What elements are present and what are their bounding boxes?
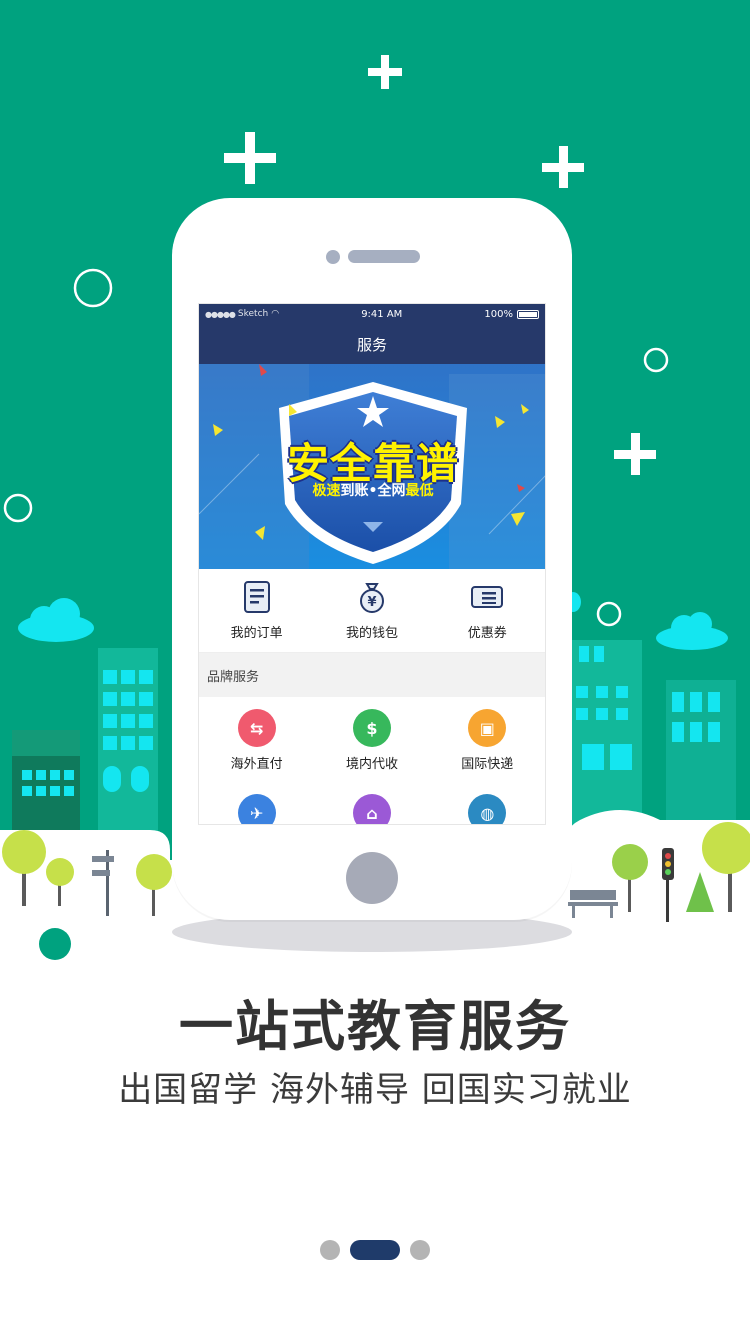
coupon-icon	[471, 586, 504, 608]
section-header: 品牌服务	[199, 653, 545, 697]
wifi-icon: ◠	[271, 309, 280, 319]
service-label-domestic-collect: 境内代收	[345, 757, 398, 772]
quick-label-wallet: 我的钱包	[345, 626, 398, 641]
service-label-express: 国际快递	[461, 757, 514, 772]
quick-item-wallet[interactable]: ¥ 我的钱包	[317, 580, 427, 641]
overseas-pay-icon: ⇆	[237, 709, 276, 747]
banner-subtitle-part3: 最低	[405, 483, 434, 499]
express-icon: ▣	[468, 709, 507, 747]
service-label-overseas-pay: 海外直付	[230, 757, 283, 772]
camera-icon	[326, 250, 340, 264]
pagination-dots	[0, 1240, 750, 1260]
banner-subtitle: 极速到账•全网最低	[199, 480, 545, 500]
flight-icon: ✈	[237, 794, 276, 824]
battery-icon	[516, 309, 539, 319]
wallet-icon: ¥	[359, 583, 384, 613]
phone-mockup: ●●●●● Sketch ◠ 9:41 AM 100% 服务 安全靠谱 极速到账…	[172, 198, 572, 920]
svg-text:¥: ¥	[367, 595, 376, 610]
domestic-collect-icon: $	[352, 709, 391, 747]
status-bar: ●●●●● Sketch ◠ 9:41 AM 100%	[199, 304, 545, 324]
globe-icon: ◍	[468, 794, 507, 824]
carrier-label: Sketch	[237, 309, 269, 319]
service-item-globe[interactable]: ◍	[432, 794, 542, 824]
quick-item-orders[interactable]: 我的订单	[202, 580, 312, 641]
service-item-housing[interactable]: ⌂	[317, 794, 427, 824]
service-item-overseas-pay[interactable]: ⇆ 海外直付	[202, 709, 312, 772]
service-item-domestic-collect[interactable]: $ 境内代收	[317, 709, 427, 772]
signal-icon: ●●●●●	[205, 309, 236, 319]
quick-item-coupon[interactable]: 优惠券	[432, 580, 542, 641]
left-buildings	[12, 648, 158, 850]
quick-actions: 我的订单 ¥ 我的钱包 优惠券	[199, 569, 545, 653]
promo-banner[interactable]: 安全靠谱 极速到账•全网最低	[199, 364, 545, 569]
order-icon	[243, 581, 270, 613]
page-dot-3[interactable]	[410, 1240, 430, 1260]
banner-subtitle-part2: 到账•全网	[340, 483, 406, 499]
page-dot-1[interactable]	[320, 1240, 340, 1260]
headline: 一站式教育服务	[179, 995, 571, 1058]
quick-label-orders: 我的订单	[230, 626, 283, 641]
page-dot-2-active[interactable]	[350, 1240, 400, 1260]
banner-subtitle-part1: 极速	[312, 483, 341, 499]
service-item-flight[interactable]: ✈	[202, 794, 312, 824]
speaker-icon	[348, 250, 420, 263]
app-screen: ●●●●● Sketch ◠ 9:41 AM 100% 服务 安全靠谱 极速到账…	[198, 303, 546, 825]
housing-icon: ⌂	[352, 794, 391, 824]
service-item-express[interactable]: ▣ 国际快递	[432, 709, 542, 772]
home-button-icon	[346, 852, 398, 904]
quick-label-coupon: 优惠券	[467, 626, 507, 641]
green-dot	[39, 928, 71, 960]
subheadline: 出国留学 海外辅导 回国实习就业	[118, 1070, 632, 1110]
page-title: 服务	[356, 335, 387, 354]
service-grid-row1: ⇆ 海外直付 $ 境内代收 ▣ 国际快递	[199, 697, 545, 772]
nav-bar: 服务	[199, 324, 545, 364]
status-time: 9:41 AM	[361, 308, 403, 320]
section-title: 品牌服务	[207, 669, 260, 685]
hero-illustration: ●●●●● Sketch ◠ 9:41 AM 100% 服务 安全靠谱 极速到账…	[0, 0, 750, 960]
battery-label: 100%	[484, 308, 513, 320]
service-grid-row2: ✈ ⌂ ◍	[199, 772, 545, 824]
